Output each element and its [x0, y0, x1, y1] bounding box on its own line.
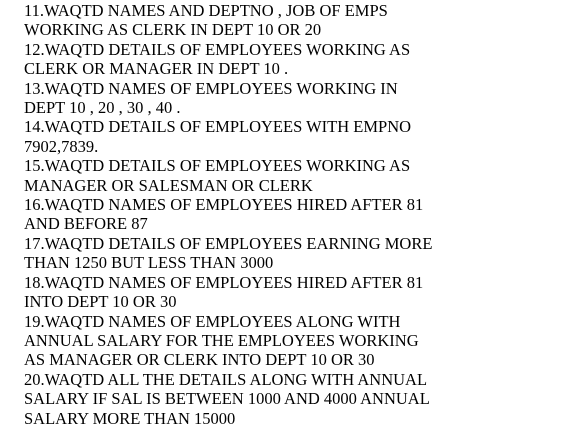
question-18: 18.WAQTD NAMES OF EMPLOYEES HIRED AFTER … [24, 273, 483, 312]
question-11-line-1: 11.WAQTD NAMES AND DEPTNO , JOB OF EMPS [24, 1, 388, 20]
question-18-line-2: INTO DEPT 10 OR 30 [24, 292, 177, 312]
question-17: 17.WAQTD DETAILS OF EMPLOYEES EARNING MO… [24, 234, 483, 273]
question-13: 13.WAQTD NAMES OF EMPLOYEES WORKING IN D… [24, 79, 483, 118]
question-list: 11.WAQTD NAMES AND DEPTNO , JOB OF EMPS … [24, 1, 483, 428]
question-17-line-2: THAN 1250 BUT LESS THAN 3000 [24, 253, 274, 273]
question-19-line-2: ANNUAL SALARY FOR THE EMPLOYEES WORKING [24, 330, 419, 350]
question-20-line-3: SALARY MORE THAN 15000 [24, 408, 236, 428]
question-20-line-2: SALARY IF SAL IS BETWEEN 1000 AND 4000 A… [24, 389, 430, 409]
question-14: 14.WAQTD DETAILS OF EMPLOYEES WITH EMPNO… [24, 117, 483, 156]
question-15-line-2: MANAGER OR SALESMAN OR CLERK [24, 175, 313, 195]
question-19: 19.WAQTD NAMES OF EMPLOYEES ALONG WITH A… [24, 312, 483, 370]
question-15: 15.WAQTD DETAILS OF EMPLOYEES WORKING AS… [24, 156, 483, 195]
question-12-line-2: CLERK OR MANAGER IN DEPT 10 . [24, 59, 289, 79]
question-16-line-2: AND BEFORE 87 [24, 214, 148, 234]
question-11-line-2: WORKING AS CLERK IN DEPT 10 OR 20 [24, 20, 322, 40]
question-20-line-1: 20.WAQTD ALL THE DETAILS ALONG WITH ANNU… [24, 369, 428, 389]
question-14-line-2: 7902,7839. [24, 136, 99, 156]
question-18-line-1: 18.WAQTD NAMES OF EMPLOYEES HIRED AFTER … [24, 272, 424, 292]
question-19-line-1: 19.WAQTD NAMES OF EMPLOYEES ALONG WITH [24, 311, 401, 331]
question-17-line-1: 17.WAQTD DETAILS OF EMPLOYEES EARNING MO… [24, 233, 433, 253]
question-13-line-1: 13.WAQTD NAMES OF EMPLOYEES WORKING IN [24, 78, 398, 98]
question-19-line-3: AS MANAGER OR CLERK INTO DEPT 10 OR 30 [24, 350, 375, 370]
question-16-line-1: 16.WAQTD NAMES OF EMPLOYEES HIRED AFTER … [24, 195, 424, 215]
question-13-line-2: DEPT 10 , 20 , 30 , 40 . [24, 98, 181, 118]
question-15-line-1: 15.WAQTD DETAILS OF EMPLOYEES WORKING AS [24, 156, 411, 176]
question-14-line-1: 14.WAQTD DETAILS OF EMPLOYEES WITH EMPNO [24, 117, 412, 137]
question-11: 11.WAQTD NAMES AND DEPTNO , JOB OF EMPS … [24, 1, 483, 40]
question-20: 20.WAQTD ALL THE DETAILS ALONG WITH ANNU… [24, 370, 483, 428]
question-16: 16.WAQTD NAMES OF EMPLOYEES HIRED AFTER … [24, 195, 483, 234]
question-12-line-1: 12.WAQTD DETAILS OF EMPLOYEES WORKING AS [24, 39, 411, 59]
question-12: 12.WAQTD DETAILS OF EMPLOYEES WORKING AS… [24, 40, 483, 79]
